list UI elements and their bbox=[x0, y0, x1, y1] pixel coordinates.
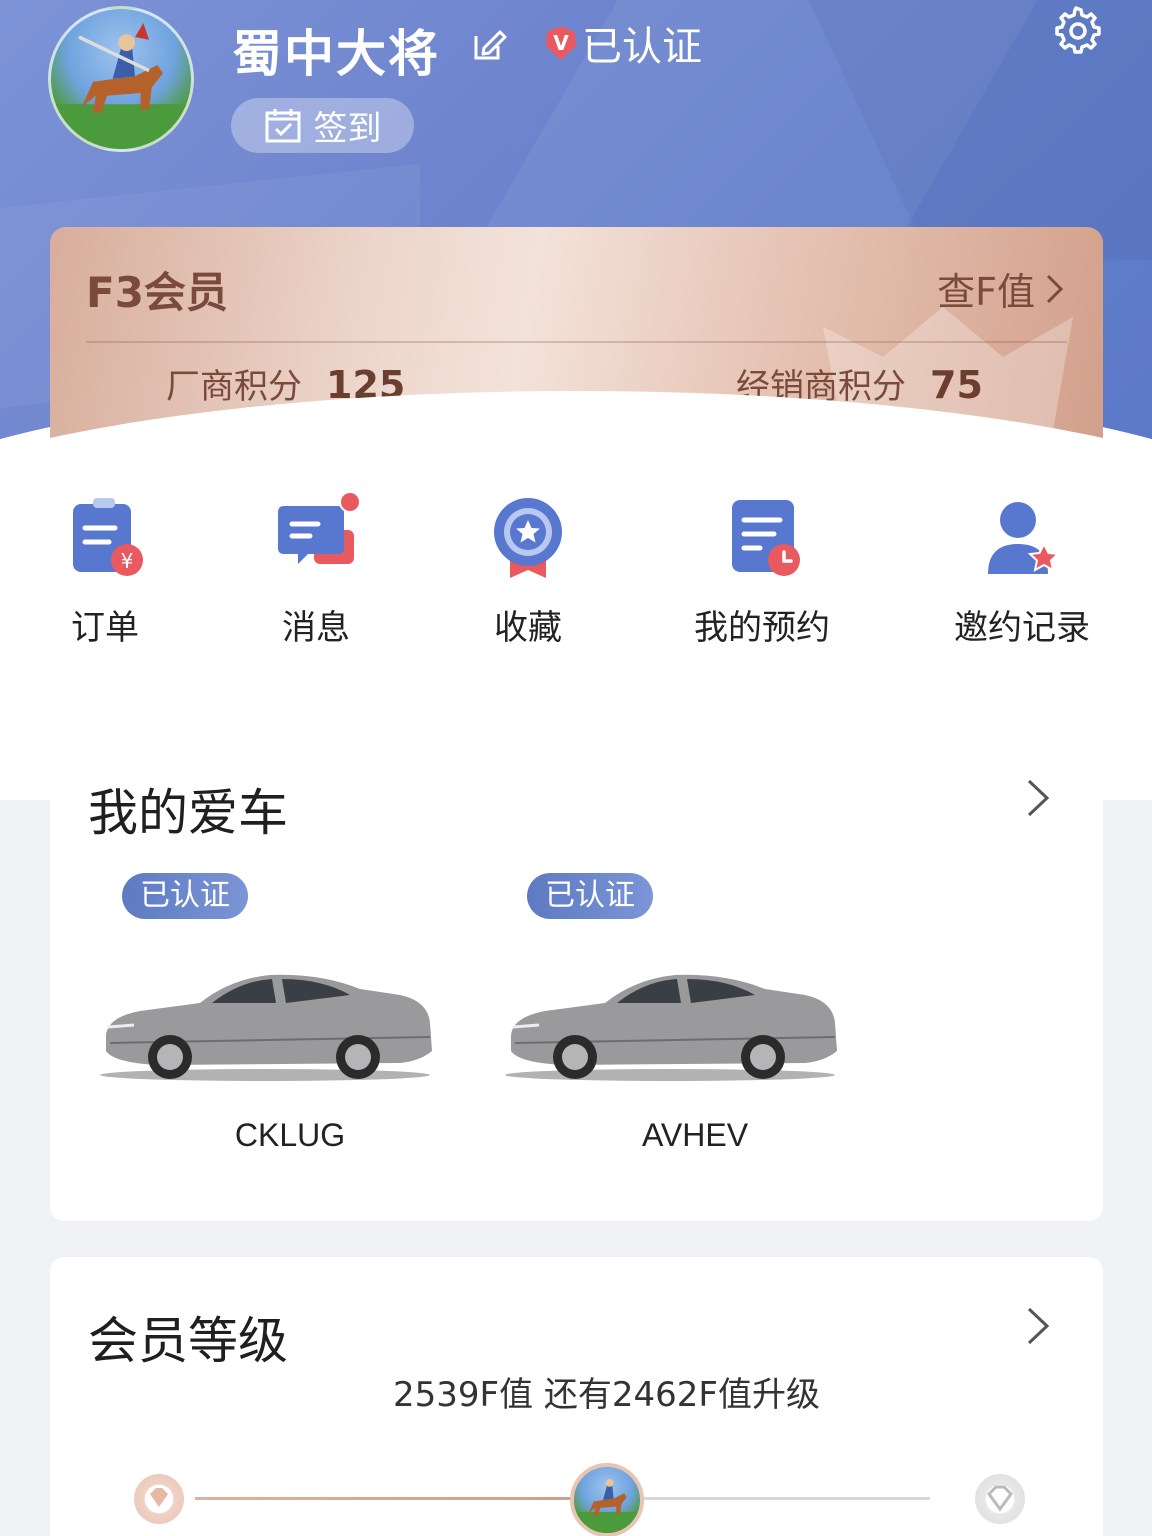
car-name: AVHEV bbox=[641, 1117, 749, 1153]
calendar-check-icon bbox=[265, 108, 300, 142]
chevron-right-icon[interactable] bbox=[1023, 1303, 1053, 1349]
car-item[interactable]: 已认证 AVHEV bbox=[505, 869, 845, 1169]
avatar[interactable] bbox=[48, 6, 194, 152]
verified-label: 已认证 bbox=[582, 24, 702, 70]
my-cars-title: 我的爱车 bbox=[88, 784, 288, 842]
level-node-current-avatar bbox=[570, 1463, 644, 1536]
quick-menu-label: 我的预约 bbox=[694, 608, 830, 648]
chevron-right-icon[interactable] bbox=[1023, 775, 1053, 821]
car-item[interactable]: 已认证 CKLUG bbox=[100, 869, 440, 1169]
username: 蜀中大将 bbox=[232, 25, 440, 83]
quick-menu-label: 收藏 bbox=[494, 608, 562, 648]
dealer-points-value: 75 bbox=[930, 363, 983, 407]
level-progress-track bbox=[195, 1497, 930, 1500]
checkin-label: 签到 bbox=[313, 109, 382, 149]
gear-icon[interactable] bbox=[1050, 4, 1102, 56]
level-node-next bbox=[975, 1474, 1025, 1524]
verified-badge: V 已认证 bbox=[542, 18, 702, 70]
order-icon: ¥ bbox=[73, 498, 143, 576]
check-fvalue-link[interactable]: 查F值 bbox=[937, 261, 1067, 316]
checkin-button[interactable]: 签到 bbox=[231, 98, 414, 153]
check-fvalue-label: 查F值 bbox=[937, 270, 1035, 314]
diamond-icon bbox=[987, 1485, 1013, 1512]
quick-menu-message[interactable]: 消息 bbox=[226, 490, 406, 650]
quick-menu-reservation[interactable]: 我的预约 bbox=[672, 490, 852, 650]
car-image bbox=[100, 974, 432, 1081]
quick-menu-label: 消息 bbox=[282, 608, 350, 648]
my-cars-card: 我的爱车 已认证 CKLUG 已认证 AVHEV bbox=[50, 729, 1103, 1221]
car-image bbox=[505, 974, 837, 1081]
invitation-record-icon bbox=[988, 502, 1061, 574]
favorite-icon bbox=[494, 498, 562, 578]
edit-icon[interactable] bbox=[470, 24, 510, 64]
member-card[interactable]: F3会员 查F值 厂商积分 125 经销商积分 75 bbox=[50, 227, 1103, 455]
level-node-previous bbox=[134, 1474, 184, 1524]
diamond-icon bbox=[150, 1488, 168, 1507]
car-verified-tag: 已认证 bbox=[527, 873, 653, 919]
quick-menu-order[interactable]: ¥ 订单 bbox=[15, 490, 195, 650]
car-name: CKLUG bbox=[234, 1117, 346, 1153]
svg-text:¥: ¥ bbox=[121, 549, 134, 573]
v-badge-icon: V bbox=[546, 26, 576, 60]
chevron-right-icon bbox=[1046, 274, 1064, 303]
quick-menu-label: 订单 bbox=[71, 608, 139, 648]
member-level-card: 会员等级 2539F值 还有2462F值升级 bbox=[50, 1257, 1103, 1536]
car-verified-tag: 已认证 bbox=[122, 873, 248, 919]
member-level-description: 2539F值 还有2462F值升级 bbox=[393, 1375, 820, 1415]
message-icon bbox=[278, 491, 361, 564]
svg-text:V: V bbox=[553, 31, 569, 55]
quick-menu-favorite[interactable]: 收藏 bbox=[438, 490, 618, 650]
member-level-title: 会员等级 bbox=[88, 1312, 288, 1370]
manufacturer-points-label: 厂商积分 bbox=[166, 367, 302, 407]
quick-menu-label: 邀约记录 bbox=[954, 608, 1090, 648]
quick-menu-invitation-record[interactable]: 邀约记录 bbox=[932, 490, 1112, 650]
reservation-icon bbox=[732, 500, 800, 576]
member-level-title: F3会员 bbox=[86, 268, 228, 317]
